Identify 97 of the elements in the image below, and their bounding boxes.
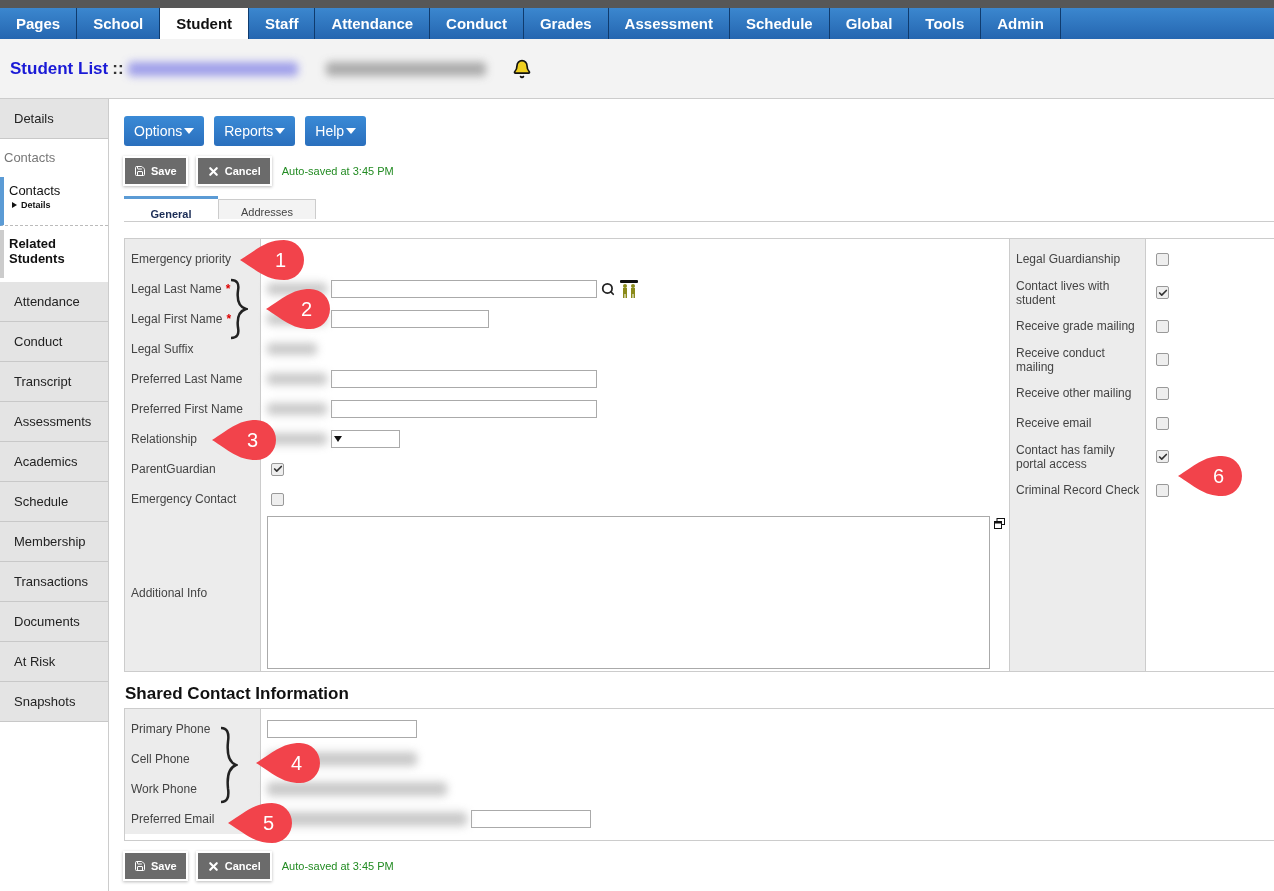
triangle-icon <box>12 202 17 208</box>
checkbox[interactable] <box>1156 286 1169 299</box>
field-label: Criminal Record Check <box>1016 483 1140 497</box>
field-label: Receive other mailing <box>1016 386 1132 400</box>
textarea-field[interactable] <box>267 516 990 669</box>
field-label: Contact lives with student <box>1016 278 1111 307</box>
field-label: Emergency Contact <box>131 492 237 506</box>
sidebar-tab[interactable]: Transactions <box>0 562 108 602</box>
dropdown-arrow-icon <box>334 436 342 442</box>
sidebar-subtab[interactable]: Related Students <box>0 230 108 278</box>
field-label: Preferred Last Name <box>131 372 243 386</box>
check-icon <box>272 464 283 474</box>
caret-icon <box>184 128 195 134</box>
checkbox[interactable] <box>1156 386 1169 400</box>
sidebar-tab[interactable]: Conduct <box>0 322 108 362</box>
menu-button[interactable]: Reports <box>214 116 296 146</box>
checkbox[interactable] <box>1156 450 1169 463</box>
text-field[interactable] <box>471 810 591 828</box>
redacted-value <box>267 403 327 415</box>
select-field[interactable] <box>331 430 400 448</box>
subtab-label: Contacts <box>9 183 62 198</box>
checkbox[interactable] <box>1156 416 1169 430</box>
brace-icon <box>228 278 248 340</box>
field-label: Cell Phone <box>131 752 190 766</box>
field-label: Primary Phone <box>131 722 211 736</box>
sidebar-tab[interactable]: Assessments <box>0 402 108 442</box>
checkbox[interactable] <box>1156 252 1169 266</box>
checkbox[interactable] <box>271 492 284 506</box>
required-marker: * <box>226 312 232 326</box>
sidebar-tab[interactable]: Schedule <box>0 482 108 522</box>
floppy-icon <box>134 860 146 872</box>
caret-icon <box>275 128 286 134</box>
save-button[interactable]: Save <box>125 853 186 879</box>
text-field[interactable] <box>331 310 489 328</box>
brace-icon <box>218 726 238 804</box>
sidebar-subtab[interactable]: Contacts Details <box>0 177 108 226</box>
menu-button[interactable]: Options <box>124 116 205 146</box>
cancel-button[interactable]: Cancel <box>197 853 270 879</box>
check-icon <box>1157 287 1168 298</box>
checkbox[interactable] <box>271 462 284 476</box>
callout-tooltip: 4 <box>256 743 320 783</box>
field-label: Receive grade mailing <box>1016 319 1135 333</box>
caret-icon <box>346 128 357 134</box>
section-title: Shared Contact Information <box>125 684 350 704</box>
form-tab[interactable]: Addresses <box>218 199 316 219</box>
field-label: Legal Last Name <box>131 282 222 296</box>
callout-tooltip: 6 <box>1178 456 1242 496</box>
sidebar-tab[interactable]: Attendance <box>0 282 108 322</box>
close-icon <box>206 164 220 178</box>
field-label: Legal First Name <box>131 312 223 326</box>
sidebar-tab[interactable]: Snapshots <box>0 682 108 722</box>
expand-icon[interactable] <box>994 518 1005 529</box>
field-label: Relationship <box>131 432 198 446</box>
checkbox[interactable] <box>1156 319 1169 333</box>
subtab-label: Related Students <box>9 236 66 266</box>
save-button[interactable]: Save <box>125 158 186 184</box>
field-label: Emergency priority <box>131 252 232 266</box>
cancel-button[interactable]: Cancel <box>197 158 270 184</box>
sidebar-heading: Contacts <box>3 149 57 167</box>
autosave-status: Auto-saved at 3:45 PM <box>281 860 394 872</box>
field-label: Additional Info <box>131 585 208 600</box>
autosave-status: Auto-saved at 3:45 PM <box>281 165 394 177</box>
text-field[interactable] <box>331 280 597 298</box>
sidebar-tab[interactable]: Transcript <box>0 362 108 402</box>
nav-tab[interactable]: Student <box>160 7 250 40</box>
redacted-value <box>267 373 327 385</box>
field-label: Legal Suffix <box>131 342 194 356</box>
sidebar-tab[interactable]: Membership <box>0 522 108 562</box>
bell-icon[interactable] <box>511 58 532 79</box>
menu-button[interactable]: Help <box>305 116 367 146</box>
check-icon <box>1157 451 1168 462</box>
field-label: Preferred First Name <box>131 402 244 416</box>
text-field[interactable] <box>331 370 597 388</box>
people-icon[interactable] <box>619 280 639 298</box>
title-separator: :: <box>112 58 124 79</box>
field-label: Work Phone <box>131 782 197 796</box>
field-label: Legal Guardianship <box>1016 252 1121 266</box>
sidebar-tab[interactable]: Academics <box>0 442 108 482</box>
search-icon[interactable] <box>601 282 615 296</box>
text-field[interactable] <box>267 720 417 738</box>
field-label: Contact has family portal access <box>1016 442 1116 471</box>
field-label: ParentGuardian <box>131 462 216 476</box>
field-label: Receive email <box>1016 416 1092 430</box>
page-title[interactable]: Student List <box>10 58 109 79</box>
sidebar-tab[interactable]: At Risk <box>0 642 108 682</box>
redacted-value <box>267 343 317 355</box>
sidebar-tab[interactable]: Documents <box>0 602 108 642</box>
required-marker: * <box>225 282 231 296</box>
checkbox[interactable] <box>1156 483 1169 497</box>
field-label: Preferred Email <box>131 812 215 826</box>
sidebar-tab[interactable]: Details <box>0 99 108 139</box>
floppy-icon <box>134 165 146 177</box>
checkbox[interactable] <box>1156 353 1169 366</box>
field-label: Receive conduct mailing <box>1016 345 1106 374</box>
text-field[interactable] <box>331 400 597 418</box>
sidebar-subitem[interactable]: Details <box>21 200 51 210</box>
close-icon <box>206 859 220 873</box>
